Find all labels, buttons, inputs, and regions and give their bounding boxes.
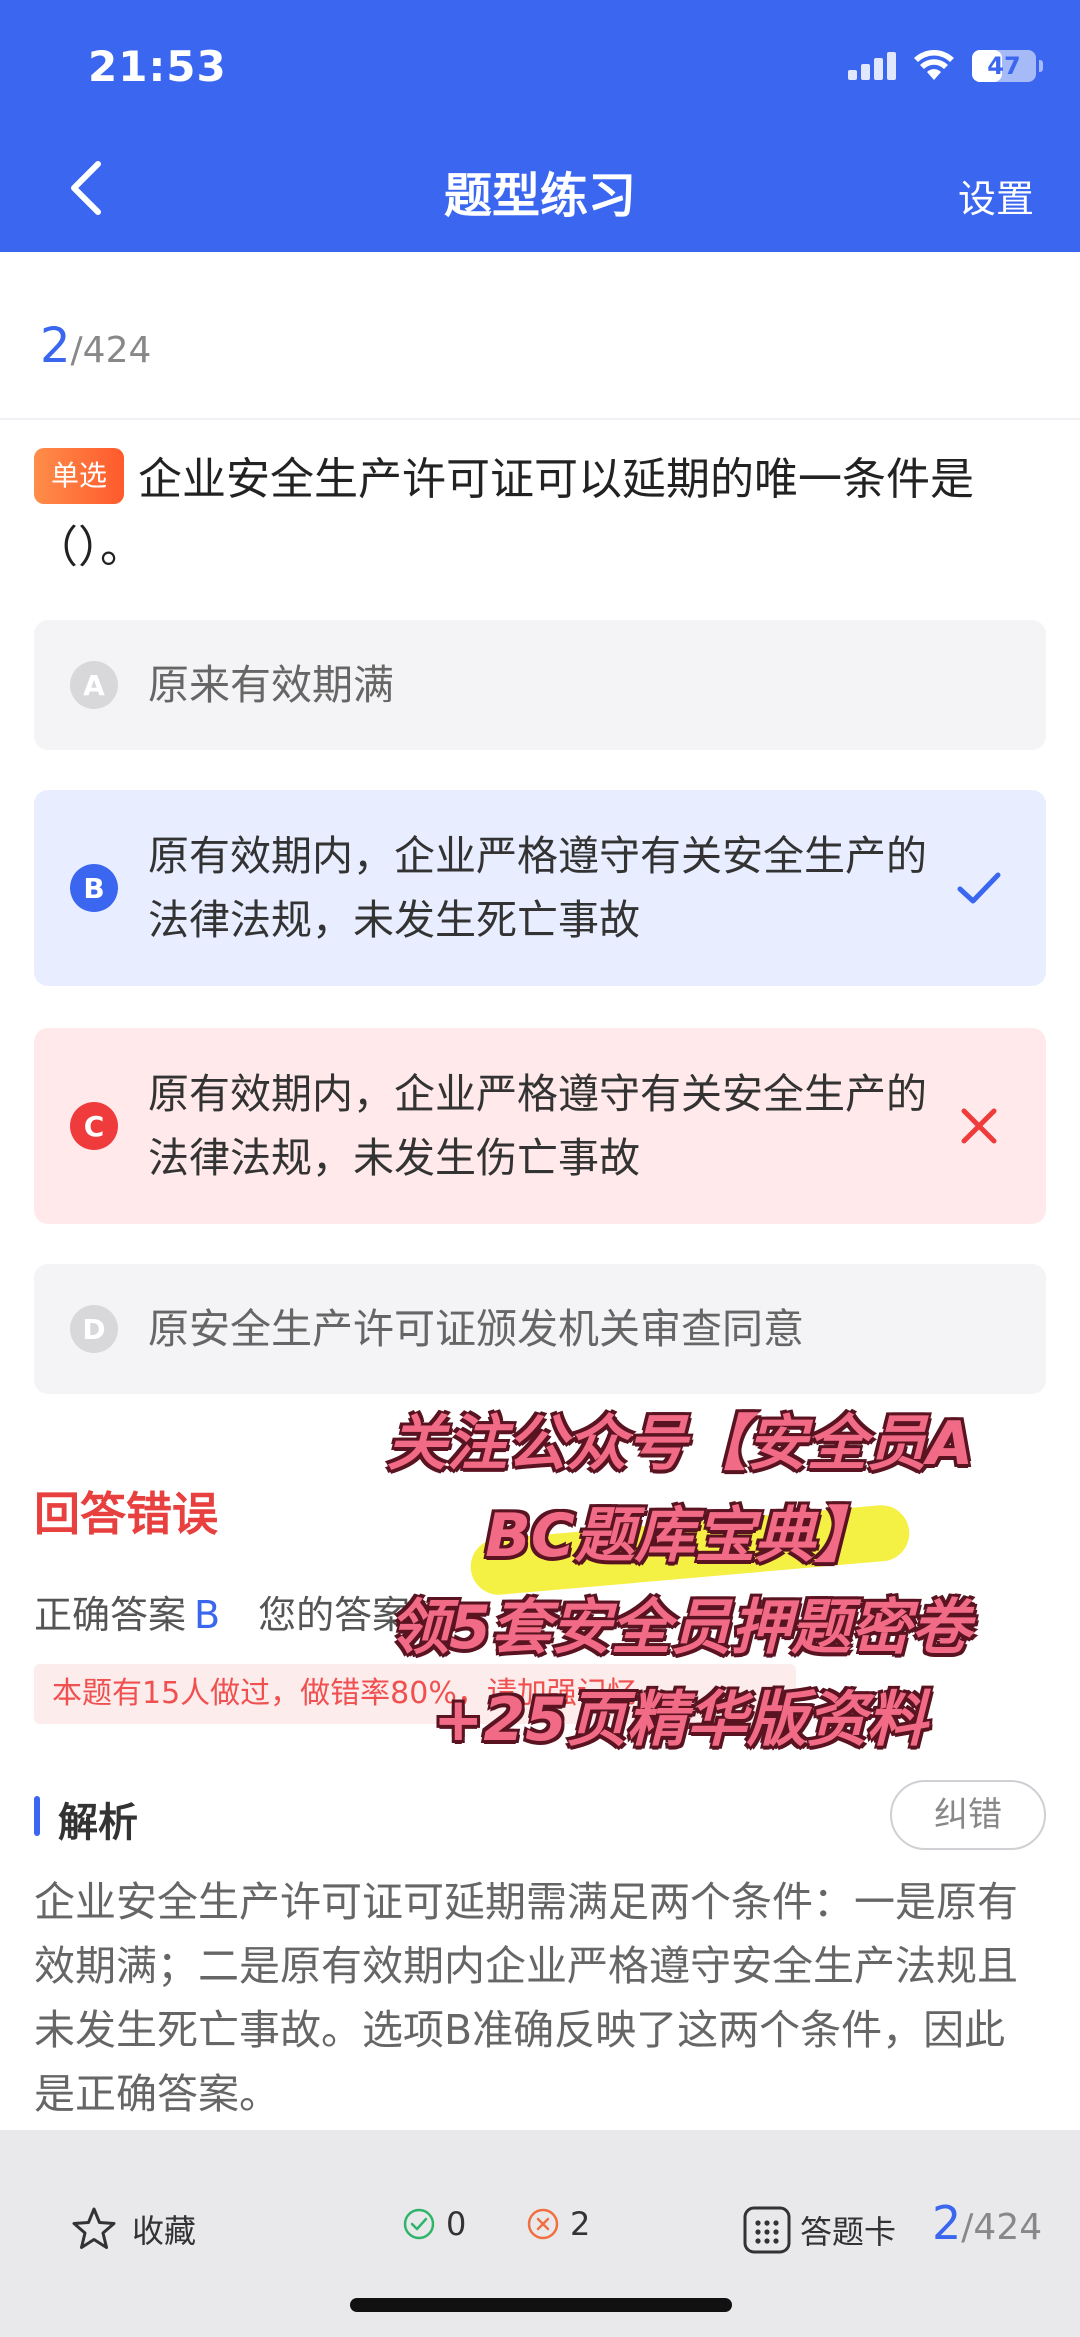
option-letter: A bbox=[70, 661, 118, 709]
settings-button[interactable]: 设置 bbox=[958, 168, 1034, 223]
watermark-line: 领5套安全员押题密卷 bbox=[389, 1593, 971, 1663]
bottom-counter-current: 2 bbox=[932, 2196, 962, 2250]
status-time: 21:53 bbox=[88, 42, 227, 91]
battery-level: 47 bbox=[987, 52, 1021, 80]
answer-card-label: 答题卡 bbox=[800, 2213, 897, 2251]
question-counter: 2/424 bbox=[40, 318, 151, 374]
question-text: 企业安全生产许可证可以延期的唯一条件是（）。 bbox=[34, 454, 975, 573]
wrong-count: 2 bbox=[526, 2205, 590, 2243]
option-letter: C bbox=[70, 1102, 118, 1150]
report-error-button[interactable]: 纠错 bbox=[890, 1780, 1046, 1850]
wrong-count-value: 2 bbox=[570, 2205, 591, 2243]
correct-count: 0 bbox=[402, 2205, 466, 2243]
analysis-accent-bar bbox=[34, 1796, 40, 1836]
check-circle-icon bbox=[403, 2208, 435, 2240]
grid-icon bbox=[743, 2206, 791, 2254]
bottom-counter: 2/424 bbox=[932, 2196, 1042, 2250]
signal-icon bbox=[848, 52, 896, 80]
status-icons: 47 bbox=[848, 50, 1043, 82]
question-stem: 单选 企业安全生产许可证可以延期的唯一条件是（）。 bbox=[34, 446, 1044, 582]
option-text: 原来有效期满 bbox=[148, 661, 394, 709]
watermark-line: +25页精华版资料 bbox=[433, 1685, 927, 1755]
option-a[interactable]: A 原来有效期满 bbox=[34, 620, 1046, 750]
option-b[interactable]: B 原有效期内，企业严格遵守有关安全生产的法律法规，未发生死亡事故 bbox=[34, 790, 1046, 986]
watermark-line: 关注公众号【安全员A bbox=[386, 1409, 974, 1479]
cross-circle-icon bbox=[527, 2208, 559, 2240]
promo-watermark: 关注公众号【安全员A BC题库宝典】 领5套安全员押题密卷 +25页精华版资料 bbox=[330, 1398, 1030, 1766]
home-indicator bbox=[350, 2298, 732, 2312]
option-letter: D bbox=[70, 1305, 118, 1353]
option-text: 原安全生产许可证颁发机关审查同意 bbox=[148, 1305, 804, 1353]
divider bbox=[0, 418, 1080, 420]
cross-icon bbox=[961, 1108, 997, 1144]
option-text: 原有效期内，企业严格遵守有关安全生产的法律法规，未发生死亡事故 bbox=[148, 832, 927, 944]
option-letter: B bbox=[70, 864, 118, 912]
answer-card-button[interactable]: 答题卡 bbox=[742, 2205, 896, 2255]
star-icon bbox=[72, 2207, 116, 2249]
option-d[interactable]: D 原安全生产许可证颁发机关审查同意 bbox=[34, 1264, 1046, 1394]
counter-current: 2 bbox=[40, 318, 71, 374]
option-c[interactable]: C 原有效期内，企业严格遵守有关安全生产的法律法规，未发生伤亡事故 bbox=[34, 1028, 1046, 1224]
analysis-text: 企业安全生产许可证可延期需满足两个条件：一是原有效期满；二是原有效期内企业严格遵… bbox=[34, 1878, 1018, 2118]
result-title: 回答错误 bbox=[34, 1487, 218, 1541]
question-type-badge: 单选 bbox=[34, 448, 125, 504]
correct-answer-value: B bbox=[194, 1593, 221, 1637]
counter-total: /424 bbox=[70, 330, 152, 371]
bottom-counter-total: /424 bbox=[961, 2207, 1043, 2248]
favorite-button[interactable]: 收藏 bbox=[70, 2205, 196, 2253]
page-title: 题型练习 bbox=[443, 168, 636, 224]
battery-icon: 47 bbox=[972, 50, 1043, 82]
header: 21:53 47 题型练习 设置 bbox=[0, 0, 1080, 252]
watermark-line: BC题库宝典】 bbox=[485, 1501, 875, 1571]
correct-count-value: 0 bbox=[446, 2205, 467, 2243]
wifi-icon bbox=[914, 50, 954, 80]
favorite-label: 收藏 bbox=[132, 2212, 197, 2250]
check-icon bbox=[957, 872, 1001, 904]
option-text: 原有效期内，企业严格遵守有关安全生产的法律法规，未发生伤亡事故 bbox=[148, 1070, 927, 1182]
correct-answer-label: 正确答案 bbox=[34, 1593, 187, 1637]
analysis-title: 解析 bbox=[58, 1800, 138, 1846]
